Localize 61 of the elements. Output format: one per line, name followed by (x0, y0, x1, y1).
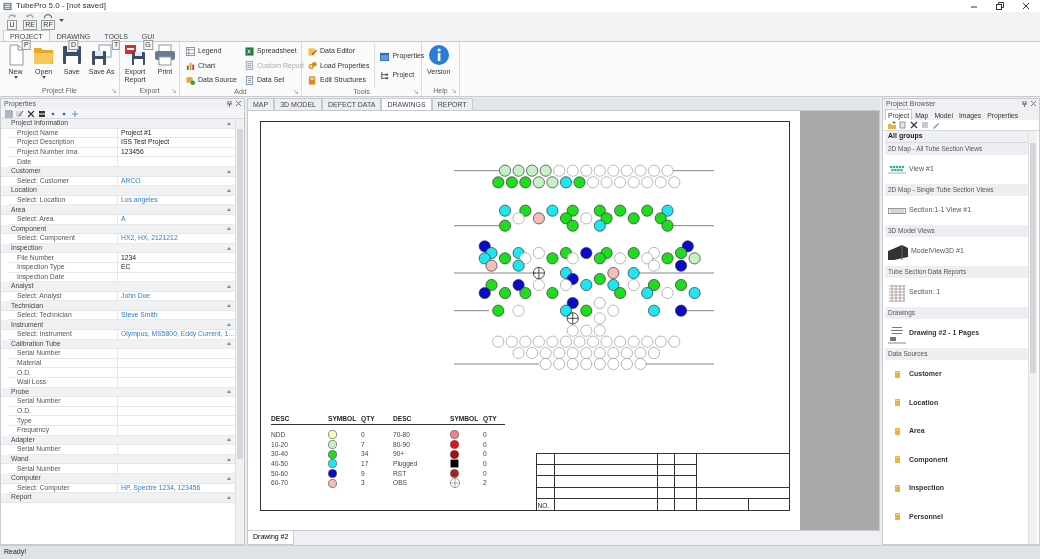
scrollbar[interactable] (1028, 131, 1037, 544)
collapse-icon[interactable] (227, 438, 232, 442)
document-icon (244, 76, 254, 86)
window-icon (380, 52, 390, 62)
legend-icon (186, 46, 195, 56)
book-icon (308, 76, 317, 86)
edit-document-icon (308, 46, 317, 56)
dropdown-caret-icon (13, 75, 18, 79)
info-icon (427, 44, 450, 66)
customize-caret-icon[interactable] (59, 19, 64, 23)
spreadsheet-icon (244, 46, 254, 56)
redo-icon[interactable] (24, 12, 36, 20)
scrollbar[interactable] (235, 119, 244, 544)
close-icon[interactable] (1022, 2, 1030, 10)
collapse-icon[interactable] (227, 323, 232, 327)
legend-symbol (450, 478, 460, 489)
new-folder-icon[interactable] (888, 121, 896, 129)
dropdown-caret-icon (41, 75, 46, 79)
dialog-launcher-icon[interactable] (112, 89, 116, 93)
collapse-icon[interactable] (227, 227, 232, 231)
document-icon (244, 61, 254, 71)
add-document-icon[interactable] (899, 121, 907, 129)
collapse-icon[interactable] (227, 246, 232, 250)
undo-icon[interactable] (6, 12, 18, 20)
tree-icon (380, 70, 390, 80)
collapse-icon[interactable] (227, 342, 232, 346)
printer-icon (154, 44, 176, 66)
database-plus-icon (186, 76, 195, 86)
refresh-icon[interactable] (42, 12, 54, 20)
dialog-launcher-icon[interactable] (294, 90, 298, 94)
section-thumbnail-icon (888, 207, 906, 214)
dialog-launcher-icon[interactable] (452, 89, 456, 93)
collapse-icon[interactable] (227, 495, 232, 499)
collapse-icon[interactable] (227, 284, 232, 288)
collapse-icon[interactable] (227, 121, 232, 125)
collapse-icon[interactable] (227, 304, 232, 308)
categorized-icon[interactable] (5, 109, 13, 118)
collapse-icon[interactable] (227, 188, 232, 192)
delete-icon[interactable] (27, 109, 35, 118)
floppy-disks-icon (90, 44, 113, 66)
collapse-icon[interactable] (227, 457, 232, 461)
collapse-icon[interactable] (227, 390, 232, 394)
pin-icon[interactable] (227, 101, 232, 107)
collapse-icon[interactable] (227, 208, 232, 212)
collapse-icon[interactable] (227, 476, 232, 480)
pin-icon[interactable] (1022, 101, 1027, 107)
expand-icon[interactable] (71, 109, 79, 118)
dialog-launcher-icon[interactable] (172, 89, 176, 93)
grid-icon[interactable] (38, 109, 46, 118)
edit-icon[interactable] (16, 109, 24, 118)
restore-icon[interactable] (996, 2, 1004, 10)
gears-icon (308, 61, 317, 71)
dialog-launcher-icon[interactable] (414, 90, 418, 94)
table-thumbnail-icon (888, 283, 906, 302)
delete-icon[interactable] (910, 121, 918, 129)
pdf-floppy-icon (124, 44, 146, 66)
window-title: TubePro 5.0 - [not saved] (16, 1, 106, 11)
bar-chart-icon (186, 61, 195, 71)
collapse-icon[interactable] (227, 169, 232, 173)
tube-bundle-thumbnail-icon (888, 243, 908, 260)
list-icon[interactable] (921, 121, 929, 129)
